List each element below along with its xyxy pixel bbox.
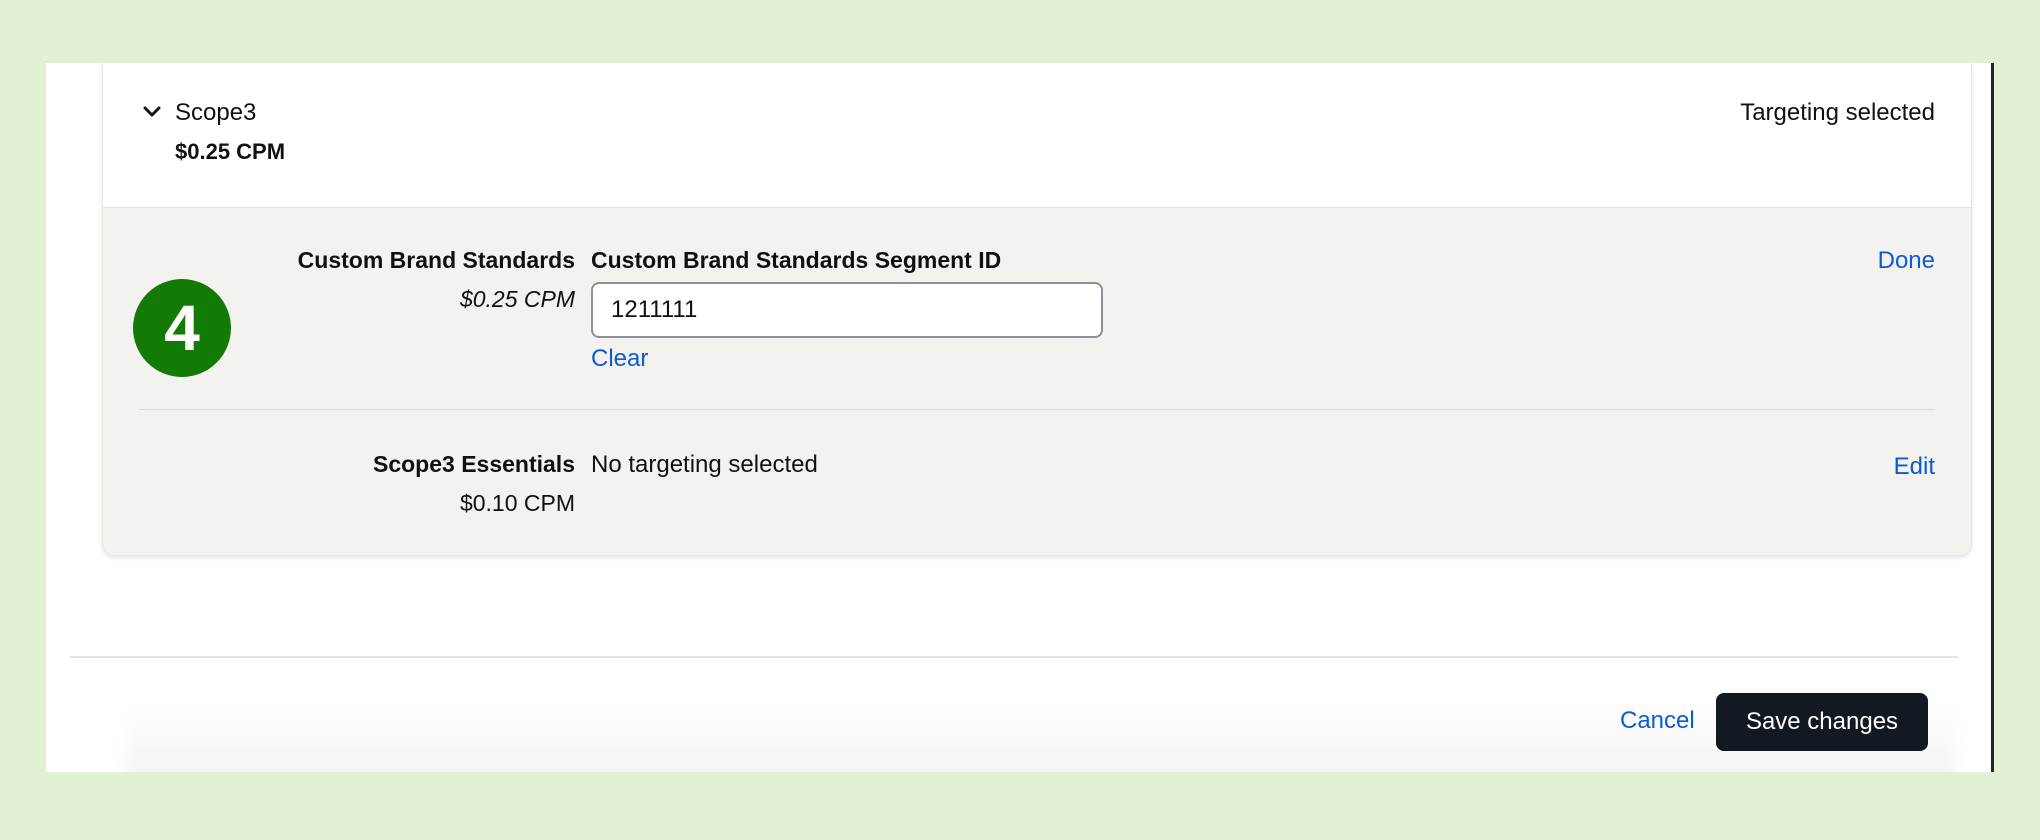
clear-link[interactable]: Clear — [591, 345, 648, 373]
segment-label-custom-brand-standards: Custom Brand Standards $0.25 CPM — [298, 247, 575, 313]
footer-divider — [70, 656, 1958, 658]
provider-name: Scope3 — [175, 99, 257, 126]
segment-divider — [139, 409, 1935, 410]
provider-card: Scope3 $0.25 CPM Targeting selected 4 Cu… — [102, 63, 1972, 556]
window-edge — [1991, 63, 1994, 772]
segment-id-input[interactable] — [591, 282, 1103, 338]
segment-label-scope3-essentials: Scope3 Essentials $0.10 CPM — [373, 451, 575, 517]
segment-name: Custom Brand Standards — [297, 247, 575, 273]
edit-link[interactable]: Edit — [1894, 453, 1935, 481]
segment-id-field-label: Custom Brand Standards Segment ID — [591, 247, 1002, 273]
modal-panel: Scope3 $0.25 CPM Targeting selected 4 Cu… — [46, 63, 1992, 772]
provider-price: $0.25 CPM — [175, 139, 286, 164]
chevron-down-icon[interactable] — [143, 105, 161, 119]
cancel-button[interactable]: Cancel — [1620, 707, 1695, 735]
segment-name: Scope3 Essentials — [373, 451, 575, 477]
save-changes-button[interactable]: Save changes — [1716, 693, 1928, 751]
provider-targeting-status: Targeting selected — [1740, 99, 1935, 126]
segment-price: $0.10 CPM — [459, 490, 575, 516]
done-link[interactable]: Done — [1878, 247, 1935, 275]
provider-card-header[interactable]: Scope3 $0.25 CPM Targeting selected — [103, 63, 1971, 208]
segment-targeting-status: No targeting selected — [591, 451, 818, 478]
step-number-badge: 4 — [133, 279, 231, 377]
segment-list: 4 Custom Brand Standards $0.25 CPM Custo… — [103, 208, 1971, 555]
segment-price: $0.25 CPM — [459, 286, 575, 312]
screenshot-frame: Scope3 $0.25 CPM Targeting selected 4 Cu… — [0, 0, 2040, 840]
